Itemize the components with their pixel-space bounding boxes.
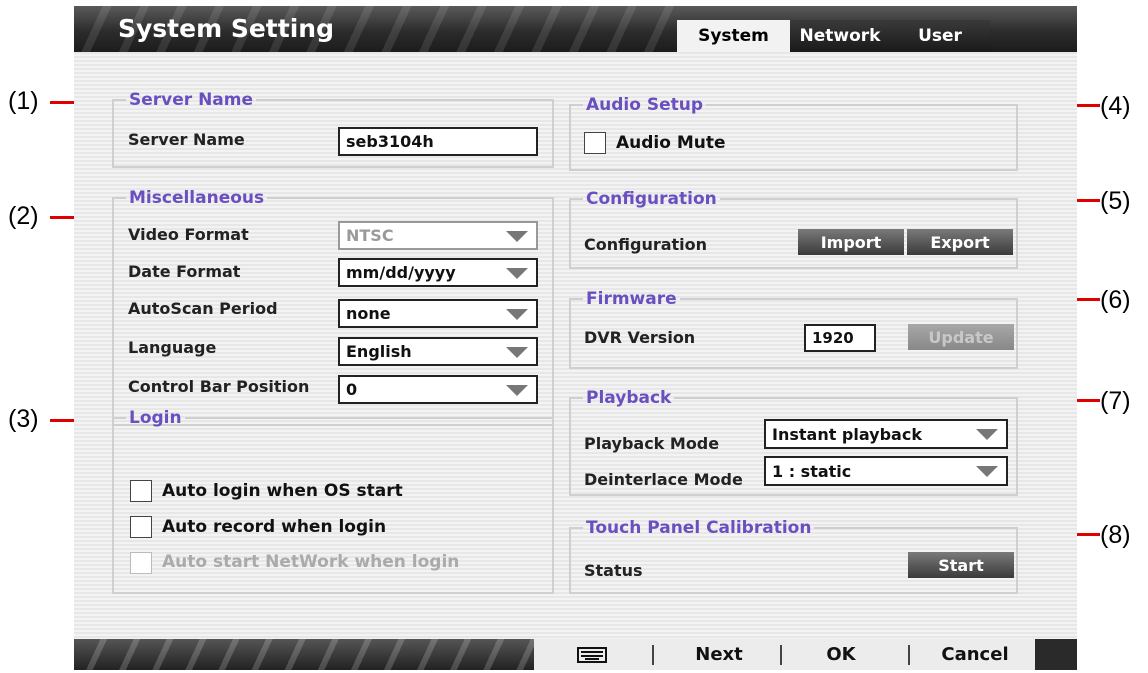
control-bar-select[interactable]: 0 <box>338 375 538 404</box>
audio-setup-legend: Audio Setup <box>586 95 704 115</box>
auto-login-label: Auto login when OS start <box>162 481 403 501</box>
export-button[interactable]: Export <box>907 229 1013 255</box>
date-format-value: mm/dd/yyyy <box>346 263 456 282</box>
bottom-separator <box>780 645 782 665</box>
bottom-bar-decoration <box>74 639 534 670</box>
deinterlace-mode-value: 1 : static <box>772 461 852 481</box>
touch-panel-legend: Touch Panel Calibration <box>586 518 812 538</box>
auto-record-checkbox[interactable] <box>130 516 152 538</box>
touch-status-label: Status <box>584 561 643 580</box>
dvr-version-label: DVR Version <box>584 328 696 347</box>
auto-network-checkbox[interactable] <box>130 552 152 574</box>
configuration-legend: Configuration <box>586 189 717 209</box>
configuration-label: Configuration <box>584 235 708 254</box>
bottom-separator <box>652 645 654 665</box>
callout-1: (1) <box>8 87 39 115</box>
video-format-label: Video Format <box>128 225 249 244</box>
chevron-down-icon <box>506 346 528 358</box>
tab-system[interactable]: System <box>677 20 790 52</box>
firmware-legend: Firmware <box>586 289 677 309</box>
video-format-select[interactable]: NTSC <box>338 221 538 250</box>
language-select[interactable]: English <box>338 337 538 366</box>
date-format-select[interactable]: mm/dd/yyyy <box>338 258 538 287</box>
deinterlace-mode-select[interactable]: 1 : static <box>764 456 1008 486</box>
auto-login-checkbox[interactable] <box>130 480 152 502</box>
chevron-down-icon <box>506 308 528 320</box>
audio-mute-label: Audio Mute <box>616 133 726 153</box>
callout-7: (7) <box>1100 387 1131 415</box>
autoscan-select[interactable]: none <box>338 299 538 328</box>
language-value: English <box>346 342 412 361</box>
tab-network[interactable]: Network <box>790 20 890 52</box>
import-button[interactable]: Import <box>798 229 904 255</box>
control-bar-value: 0 <box>346 380 358 399</box>
cancel-button[interactable]: Cancel <box>922 639 1028 670</box>
chevron-down-icon <box>506 267 528 279</box>
autoscan-label: AutoScan Period <box>128 299 278 318</box>
window-title: System Setting <box>118 14 334 43</box>
chevron-down-icon <box>976 429 998 440</box>
playback-mode-select[interactable]: Instant playback <box>764 419 1008 449</box>
tab-user[interactable]: User <box>890 20 990 52</box>
callout-4: (4) <box>1100 92 1131 120</box>
server-name-legend: Server Name <box>129 90 254 110</box>
video-format-value: NTSC <box>346 226 394 245</box>
chevron-down-icon <box>506 230 528 242</box>
autoscan-value: none <box>346 304 391 323</box>
bottom-bar: Next OK Cancel <box>74 639 1077 670</box>
auto-network-label: Auto start NetWork when login <box>162 552 460 572</box>
bottom-bar-corner <box>1035 639 1077 670</box>
dvr-version-field: 1920 <box>804 324 876 352</box>
server-name-input[interactable]: seb3104h <box>338 127 538 156</box>
playback-legend: Playback <box>586 388 672 408</box>
control-bar-label: Control Bar Position <box>128 377 310 396</box>
playback-mode-label: Playback Mode <box>584 434 720 453</box>
callout-2: (2) <box>8 202 39 230</box>
deinterlace-mode-label: Deinterlace Mode <box>584 470 743 489</box>
callout-5: (5) <box>1100 187 1131 215</box>
login-legend: Login <box>129 408 182 428</box>
auto-record-label: Auto record when login <box>162 517 387 537</box>
server-name-label: Server Name <box>128 130 245 149</box>
callout-3: (3) <box>8 405 39 433</box>
callout-6: (6) <box>1100 286 1131 314</box>
audio-mute-checkbox[interactable] <box>584 132 606 154</box>
update-button[interactable]: Update <box>908 324 1014 350</box>
language-label: Language <box>128 338 217 357</box>
bottom-separator <box>908 645 910 665</box>
keyboard-icon <box>577 646 607 663</box>
miscellaneous-legend: Miscellaneous <box>129 188 265 208</box>
chevron-down-icon <box>976 466 998 477</box>
start-button[interactable]: Start <box>908 552 1014 578</box>
chevron-down-icon <box>506 384 528 396</box>
system-setting-dialog: System Setting System Network User Serve… <box>74 6 1077 670</box>
date-format-label: Date Format <box>128 262 241 281</box>
keyboard-button[interactable] <box>552 639 632 670</box>
callout-8: (8) <box>1100 521 1131 549</box>
title-bar: System Setting System Network User <box>74 6 1077 52</box>
next-button[interactable]: Next <box>674 639 764 670</box>
playback-mode-value: Instant playback <box>772 424 922 444</box>
ok-button[interactable]: OK <box>796 639 886 670</box>
